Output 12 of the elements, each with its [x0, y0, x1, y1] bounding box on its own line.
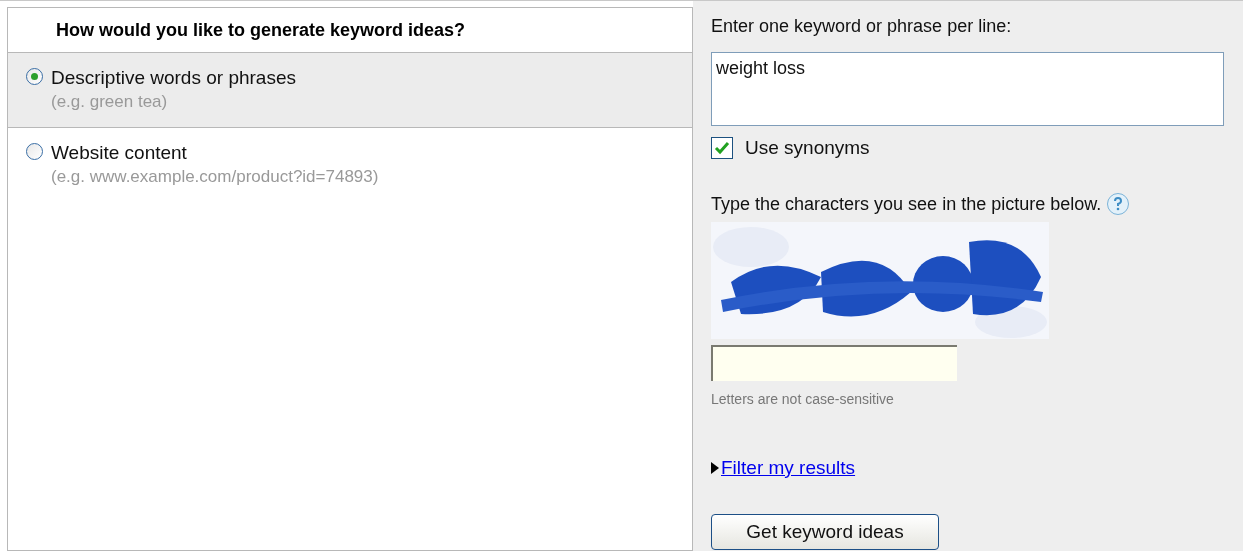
option-example: (e.g. green tea) — [51, 91, 169, 113]
option-example: (e.g. www.example.com/product?id=74893) — [51, 166, 379, 188]
field-label: Enter one keyword or phrase per line: — [711, 15, 1012, 38]
filter-link[interactable]: Filter my results — [721, 453, 856, 482]
captcha-prompt: Type the characters you see in the picture below. — [711, 192, 1102, 216]
option-label: Website content — [51, 141, 188, 165]
submit-button[interactable]: Get keyword ideas — [711, 514, 939, 550]
panel-heading: How would you like to generate keyword ideas? — [56, 18, 466, 42]
keyword-input[interactable]: weight loss — [711, 52, 1224, 126]
option-label: Descriptive words or phrases — [51, 66, 296, 90]
checkbox-label: Use synonyms — [745, 136, 870, 160]
hint-text: Letters are not case-sensitive — [711, 389, 894, 409]
